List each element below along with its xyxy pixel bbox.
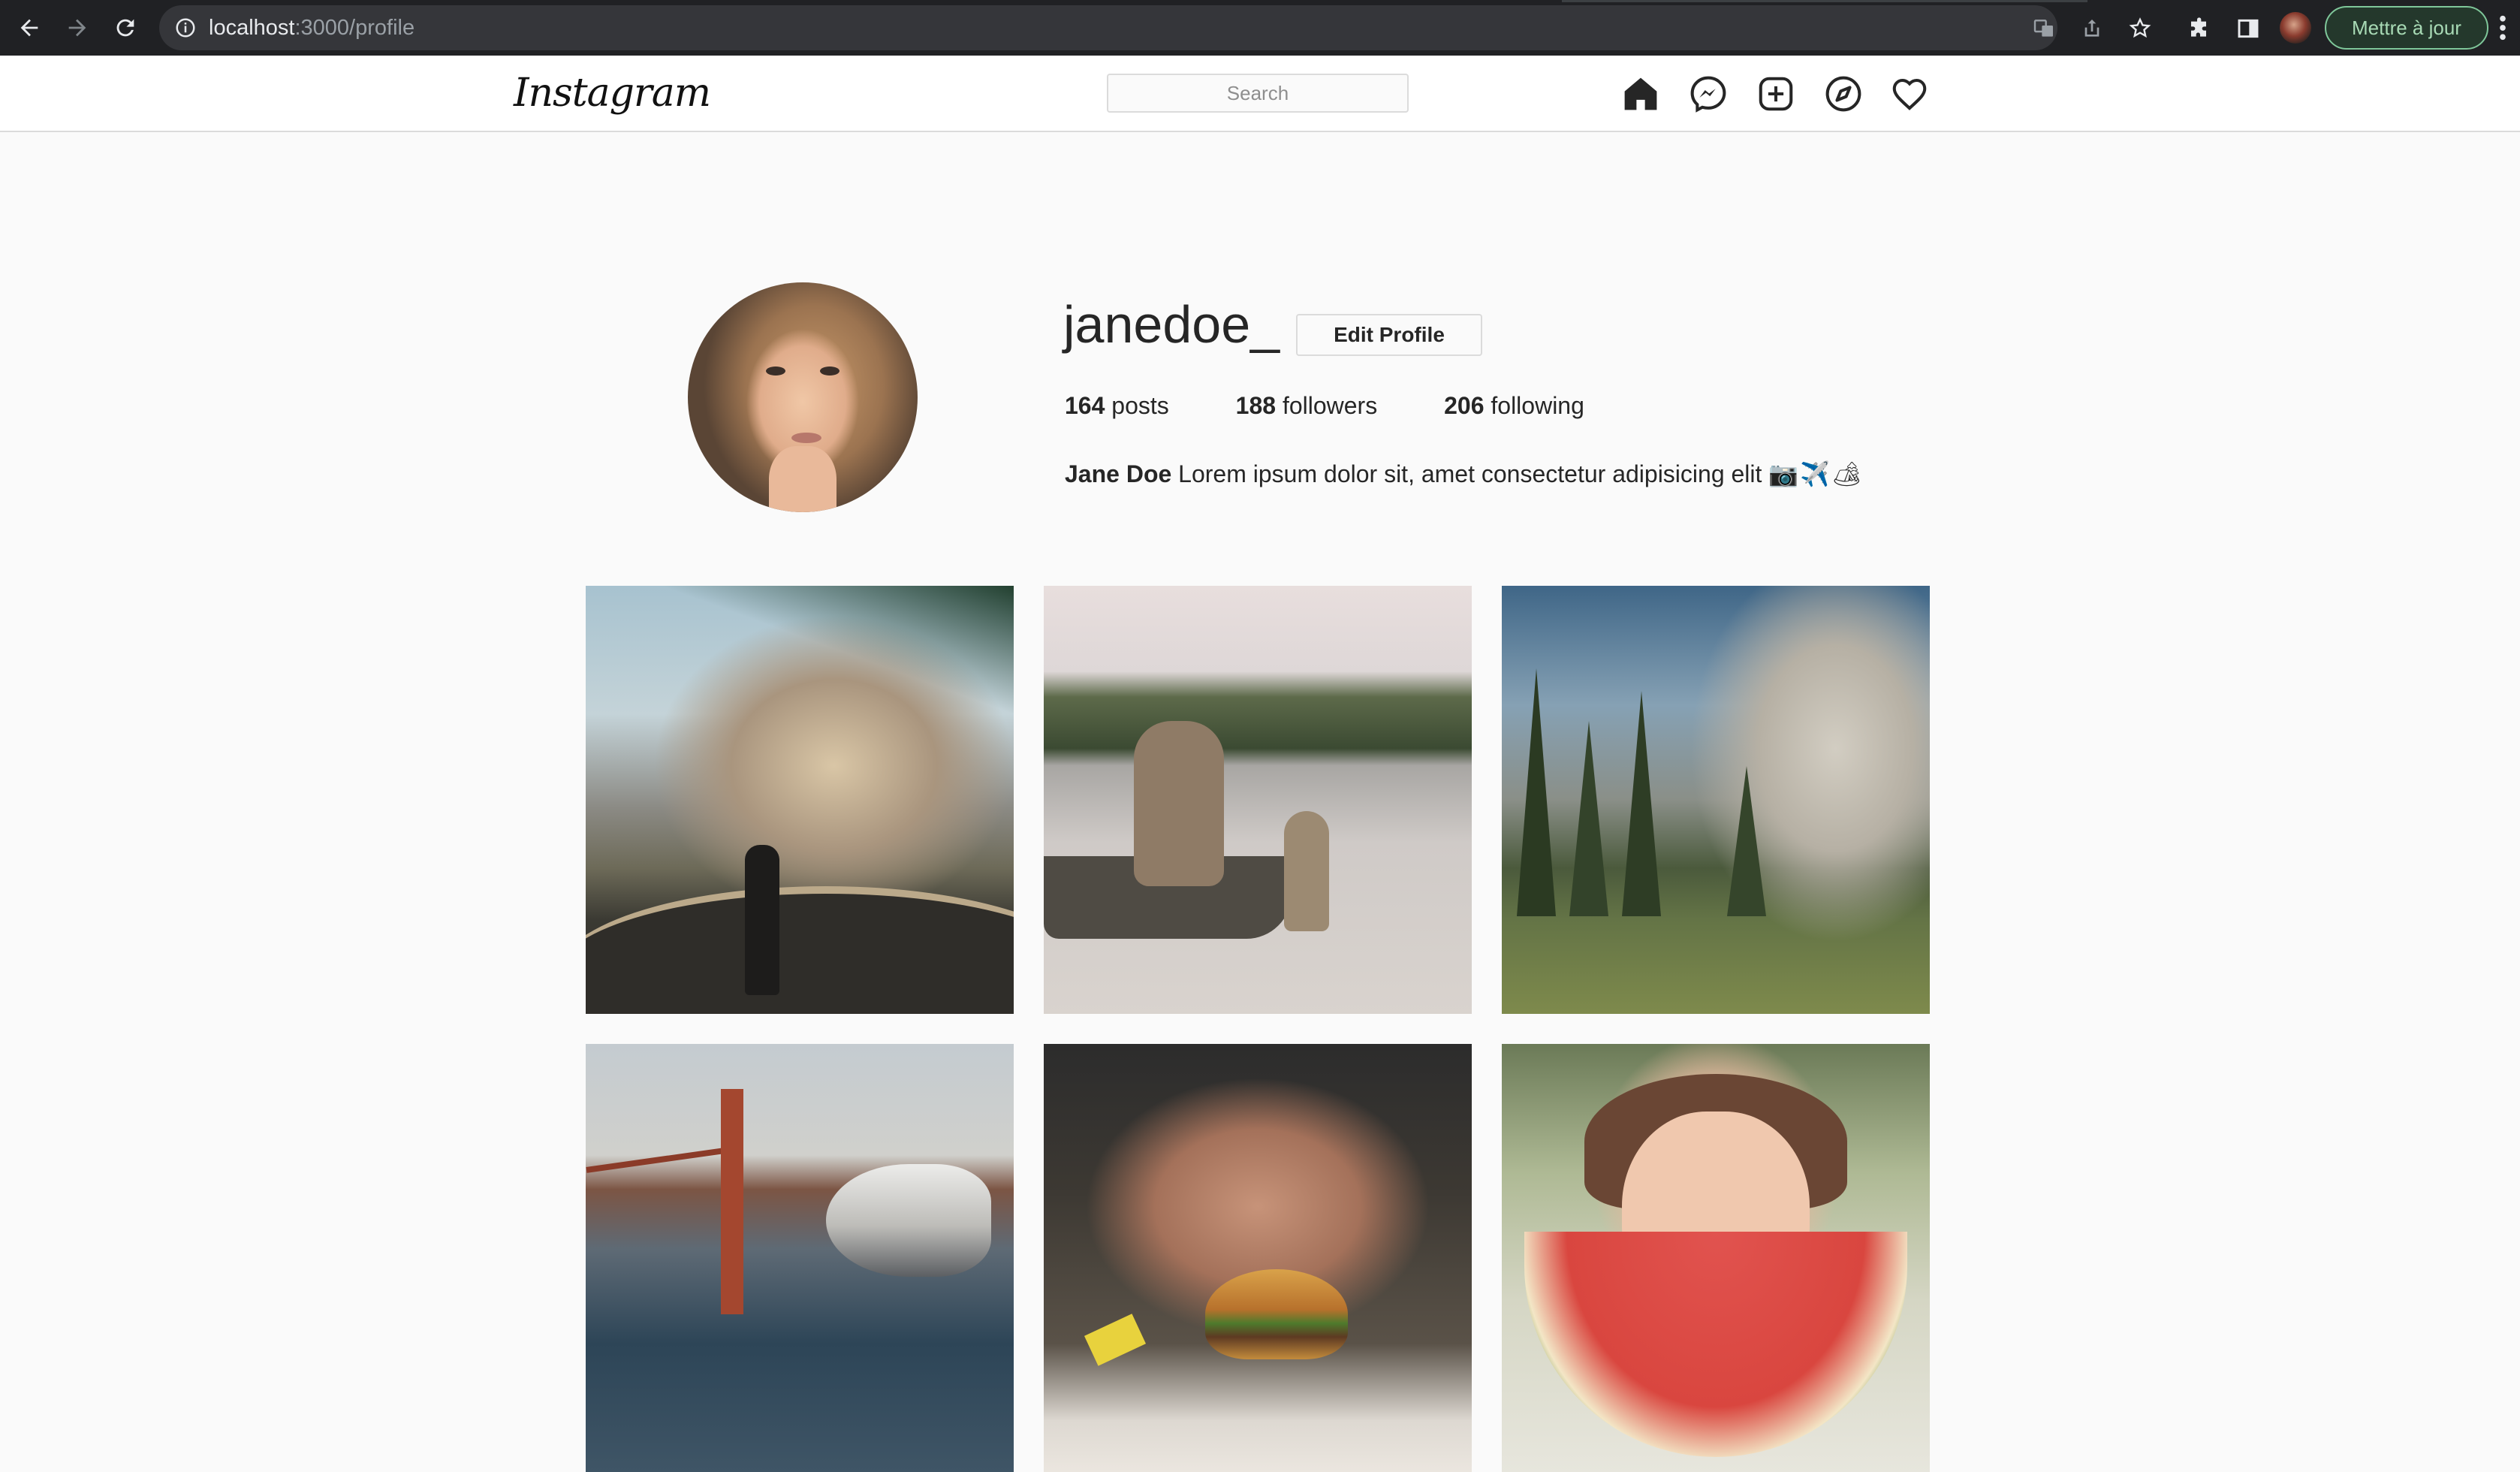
post-thumbnail[interactable] (1044, 1044, 1472, 1472)
post-thumbnail[interactable] (1502, 1044, 1930, 1472)
photo-detail (1205, 1269, 1348, 1359)
avatar-detail (791, 433, 821, 443)
tab-strip-edge (1562, 0, 2087, 2)
photo-detail (1284, 811, 1329, 931)
photo-detail (1569, 721, 1608, 916)
posts-count[interactable]: 164 posts (1065, 392, 1169, 420)
photo-detail (1727, 766, 1766, 916)
profile-username: janedoe_ (1063, 295, 1280, 354)
photo-detail (1084, 1314, 1147, 1366)
instagram-header: Instagram (0, 56, 2520, 132)
home-icon[interactable] (1620, 74, 1661, 114)
reload-icon[interactable] (108, 11, 143, 45)
address-bar[interactable]: localhost:3000/profile (159, 5, 2057, 50)
post-thumbnail[interactable] (1044, 586, 1472, 1014)
photo-detail (586, 1146, 736, 1173)
post-thumbnail[interactable] (1502, 586, 1930, 1014)
side-panel-icon[interactable] (2233, 14, 2263, 44)
avatar-detail (820, 366, 839, 376)
photo-detail (1134, 721, 1224, 886)
photo-detail (1524, 1232, 1907, 1457)
avatar-detail (766, 366, 785, 376)
browser-toolbar: localhost:3000/profile Mettre à jour (0, 0, 2520, 56)
profile-stats: 164 posts 188 followers 206 following (1065, 392, 1644, 420)
post-thumbnail[interactable] (586, 586, 1014, 1014)
photo-detail (1622, 691, 1661, 916)
messenger-icon[interactable] (1688, 74, 1729, 114)
edit-profile-button[interactable]: Edit Profile (1296, 314, 1482, 356)
explore-compass-icon[interactable] (1823, 74, 1864, 114)
profile-avatar (688, 282, 918, 512)
bio-emojis: 📷✈️🏕 (1768, 460, 1864, 487)
forward-icon[interactable] (60, 11, 95, 45)
back-icon[interactable] (12, 11, 47, 45)
browser-menu-icon[interactable] (2491, 12, 2514, 44)
bio-text: Lorem ipsum dolor sit, amet consectetur … (1171, 460, 1769, 487)
bookmark-star-icon[interactable] (2125, 14, 2155, 44)
share-icon[interactable] (2077, 14, 2107, 44)
new-post-icon[interactable] (1756, 74, 1796, 114)
url-text: localhost:3000/profile (209, 16, 415, 40)
search-input[interactable] (1107, 74, 1409, 113)
photo-detail (721, 1089, 743, 1314)
following-count[interactable]: 206 following (1444, 392, 1584, 420)
photo-detail (745, 845, 779, 995)
translate-icon[interactable] (2029, 14, 2059, 44)
profile-bio: Jane Doe Lorem ipsum dolor sit, amet con… (1065, 460, 1864, 488)
instagram-logo[interactable]: Instagram (514, 71, 711, 116)
post-thumbnail[interactable] (586, 1044, 1014, 1472)
profile-display-name: Jane Doe (1065, 460, 1172, 487)
photo-detail (1517, 668, 1556, 916)
photo-detail (826, 1164, 991, 1277)
followers-count[interactable]: 188 followers (1236, 392, 1378, 420)
browser-profile-avatar[interactable] (2280, 12, 2311, 44)
site-info-icon[interactable] (174, 17, 197, 39)
update-browser-button[interactable]: Mettre à jour (2325, 6, 2488, 50)
avatar-detail (769, 446, 836, 512)
extensions-puzzle-icon[interactable] (2185, 14, 2215, 44)
photo-detail (586, 886, 1014, 1014)
activity-heart-icon[interactable] (1889, 74, 1930, 114)
